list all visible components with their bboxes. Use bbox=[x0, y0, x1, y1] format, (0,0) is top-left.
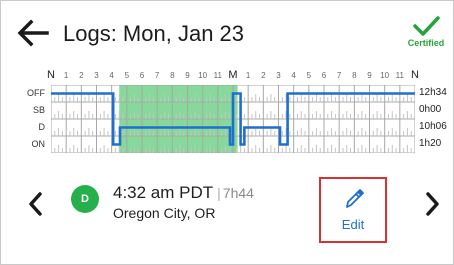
page-title: Logs: Mon, Jan 23 bbox=[63, 21, 245, 46]
hour-label: 7 bbox=[154, 71, 160, 80]
edit-label: Edit bbox=[341, 217, 365, 232]
hour-label: N bbox=[47, 69, 55, 81]
hour-label: 7 bbox=[336, 71, 342, 80]
hour-label: M bbox=[228, 69, 238, 81]
hour-axis: N 1 2 3 4 5 6 7 8 9 10 11 M 1 2 3 4 5 6 7 8 9 10 11 N bbox=[1, 69, 454, 85]
hour-label: 3 bbox=[276, 71, 281, 80]
event-time-line: 4:32 am PDT | 7h44 bbox=[113, 183, 254, 203]
hour-label: 1 bbox=[245, 71, 251, 80]
status-label-sb: SB bbox=[32, 105, 45, 115]
hour-label: 6 bbox=[321, 71, 327, 80]
hour-label: 2 bbox=[79, 71, 84, 80]
hour-label: 5 bbox=[124, 71, 130, 80]
hour-label: 9 bbox=[185, 71, 190, 80]
hour-label: 6 bbox=[139, 71, 145, 80]
duty-status-chart[interactable] bbox=[51, 85, 415, 153]
arrow-left-icon bbox=[17, 19, 49, 47]
next-event-button[interactable] bbox=[421, 189, 445, 219]
hour-label: 2 bbox=[261, 71, 266, 80]
status-label-on: ON bbox=[31, 139, 46, 149]
hour-label: 4 bbox=[291, 71, 296, 80]
hour-label: 8 bbox=[352, 71, 357, 80]
checkmark-icon bbox=[413, 16, 440, 36]
hour-label: 10 bbox=[380, 71, 390, 80]
hour-label: 10 bbox=[198, 71, 208, 80]
hour-label: 3 bbox=[94, 71, 99, 80]
chevron-left-icon bbox=[29, 192, 42, 216]
certified-badge: Certified bbox=[403, 15, 449, 48]
event-separator: | bbox=[217, 185, 221, 201]
status-total-sb: 0h00 bbox=[419, 104, 442, 115]
chevron-right-icon bbox=[426, 192, 439, 216]
hour-label: 9 bbox=[367, 71, 372, 80]
hour-label: N bbox=[411, 69, 419, 81]
log-screen: Logs: Mon, Jan 23 Certified N 1 2 3 4 5 6 7 8 9 10… bbox=[0, 0, 454, 265]
status-label-off: OFF bbox=[27, 88, 45, 98]
status-total-off: 12h34 bbox=[419, 87, 447, 98]
hour-label: 5 bbox=[306, 71, 312, 80]
hour-label: 8 bbox=[170, 71, 175, 80]
status-total-d: 10h06 bbox=[419, 121, 447, 132]
back-button[interactable] bbox=[15, 15, 51, 51]
duty-status-avatar: D bbox=[71, 185, 99, 213]
previous-event-button[interactable] bbox=[23, 189, 47, 219]
status-total-on: 1h20 bbox=[419, 138, 442, 149]
hour-label: 11 bbox=[395, 71, 404, 80]
event-duration: 7h44 bbox=[222, 185, 254, 201]
pencil-icon bbox=[346, 189, 364, 208]
edit-button[interactable]: Edit bbox=[319, 177, 387, 243]
hour-label: 1 bbox=[63, 71, 69, 80]
hour-label: 4 bbox=[109, 71, 114, 80]
hour-label: 11 bbox=[213, 71, 222, 80]
event-location: Oregon City, OR bbox=[113, 205, 216, 221]
status-label-d: D bbox=[38, 122, 46, 132]
event-time: 4:32 am PDT bbox=[113, 183, 214, 202]
certified-label: Certified bbox=[407, 38, 445, 48]
